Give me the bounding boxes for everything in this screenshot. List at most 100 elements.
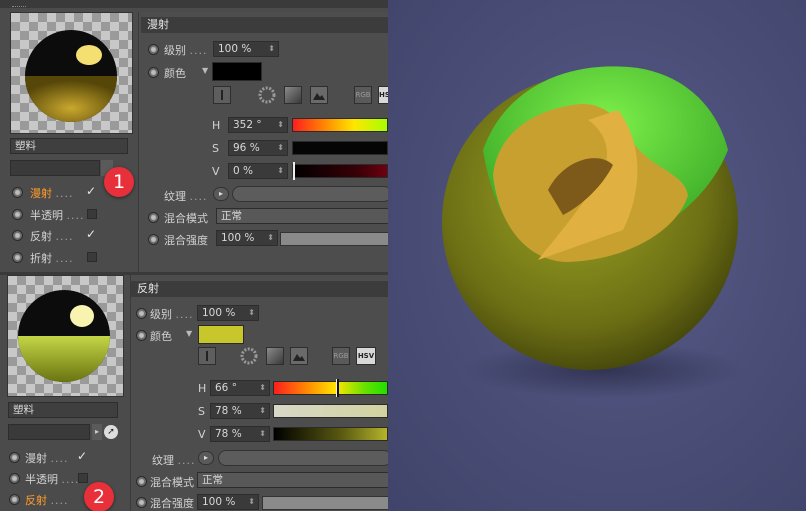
level-input[interactable]: 100 % ⬍	[197, 305, 259, 321]
h-slider-handle[interactable]	[336, 379, 339, 397]
blend-mode-radio[interactable]	[136, 476, 147, 487]
v-input[interactable]: 78 % ⬍	[210, 426, 270, 442]
diffuse-header: 漫射	[141, 17, 388, 33]
channel-check-diffuse[interactable]: ✓	[77, 450, 87, 462]
level-radio[interactable]	[148, 44, 159, 55]
channel-check-translucency[interactable]	[78, 473, 88, 483]
reflection-header: 反射	[131, 281, 388, 297]
title-strip	[0, 0, 388, 8]
image-picker-icon[interactable]	[310, 86, 328, 104]
blend-strength-label: 混合强度	[150, 497, 194, 510]
color-radio[interactable]	[136, 330, 147, 341]
gradient-icon[interactable]	[266, 347, 284, 365]
spectrum-icon[interactable]	[213, 86, 231, 104]
spectrum-icon[interactable]	[198, 347, 216, 365]
color-label: 颜色	[164, 67, 186, 80]
search-button[interactable]: ▸	[92, 424, 102, 440]
blend-mode-label: 混合模式	[150, 476, 194, 489]
level-input[interactable]: 100 % ⬍	[213, 41, 279, 57]
channel-label-translucency[interactable]: 半透明 ....	[25, 471, 80, 487]
h-slider[interactable]	[292, 118, 388, 132]
texture-menu-button[interactable]: ▸	[198, 451, 214, 465]
level-radio[interactable]	[136, 308, 147, 319]
rendered-gold-sphere	[442, 66, 743, 398]
v-input[interactable]: 0 % ⬍	[228, 163, 288, 179]
v-label: V	[198, 428, 206, 441]
channel-radio-translucency[interactable]	[9, 473, 20, 484]
texture-slot[interactable]	[232, 186, 388, 202]
hsv-button[interactable]: HSV	[356, 347, 376, 365]
blend-mode-select[interactable]: 正常	[216, 208, 388, 224]
blend-mode-label: 混合模式	[164, 212, 208, 225]
material-search-field[interactable]	[10, 160, 100, 176]
channel-check-refraction[interactable]	[87, 252, 97, 262]
preview-sphere	[25, 30, 117, 122]
channel-radio-diffuse[interactable]	[9, 452, 20, 463]
v-label: V	[212, 165, 220, 178]
texture-menu-button[interactable]: ▸	[213, 187, 229, 201]
blend-strength-slider[interactable]	[280, 232, 388, 246]
channel-radio-refraction[interactable]	[12, 252, 23, 263]
rgb-button[interactable]: RGB	[332, 347, 350, 365]
top-material-panel: 塑料 漫射 .... ✓ 半透明 .... 反射 .... ✓ 折射 .... …	[0, 0, 388, 272]
level-label: 级别 ....	[150, 308, 194, 321]
h-input[interactable]: 66 ° ⬍	[210, 380, 270, 396]
channel-radio-diffuse[interactable]	[12, 187, 23, 198]
channel-label-translucency[interactable]: 半透明 ....	[30, 207, 85, 223]
blend-strength-radio[interactable]	[136, 497, 147, 508]
bottom-material-panel: 塑料 ▸ ➚ 漫射 .... ✓ 半透明 .... 反射 .... 反射 级别 …	[0, 275, 388, 511]
pointer-icon[interactable]: ➚	[104, 425, 118, 439]
channel-label-refraction[interactable]: 折射 ....	[30, 250, 74, 266]
gradient-icon[interactable]	[284, 86, 302, 104]
blend-strength-slider[interactable]	[262, 496, 388, 510]
texture-label: 纹理 ....	[152, 454, 196, 467]
blend-mode-radio[interactable]	[148, 212, 159, 223]
color-expand-arrow[interactable]: ▼	[186, 329, 192, 338]
channel-radio-reflection[interactable]	[9, 494, 20, 505]
texture-slot[interactable]	[218, 450, 388, 466]
v-slider[interactable]	[273, 427, 388, 441]
h-input[interactable]: 352 ° ⬍	[228, 117, 288, 133]
level-label: 级别 ....	[164, 44, 208, 57]
channel-check-reflection[interactable]: ✓	[86, 228, 96, 240]
s-input[interactable]: 96 % ⬍	[228, 140, 288, 156]
blend-strength-input[interactable]: 100 % ⬍	[216, 230, 278, 246]
color-expand-arrow[interactable]: ▼	[202, 66, 208, 75]
channel-label-diffuse[interactable]: 漫射 ....	[30, 185, 74, 201]
channel-label-reflection[interactable]: 反射 ....	[25, 492, 69, 508]
channel-check-diffuse[interactable]: ✓	[86, 185, 96, 197]
rgb-button[interactable]: RGB	[354, 86, 372, 104]
color-swatch[interactable]	[198, 325, 244, 344]
v-slider-handle[interactable]	[293, 162, 295, 180]
color-wheel-icon[interactable]	[258, 86, 276, 104]
material-preview	[10, 12, 133, 134]
render-view	[388, 0, 806, 511]
s-slider[interactable]	[273, 404, 388, 418]
channel-label-diffuse[interactable]: 漫射 ....	[25, 450, 69, 466]
color-swatch[interactable]	[212, 62, 262, 81]
color-label: 颜色	[150, 330, 172, 343]
channel-radio-translucency[interactable]	[12, 209, 23, 220]
s-input[interactable]: 78 % ⬍	[210, 403, 270, 419]
hsv-button[interactable]: HSV	[378, 86, 388, 104]
channel-label-reflection[interactable]: 反射 ....	[30, 228, 74, 244]
image-picker-icon[interactable]	[290, 347, 308, 365]
blend-strength-radio[interactable]	[148, 234, 159, 245]
material-search-field[interactable]	[8, 424, 90, 440]
blend-mode-select[interactable]: 正常	[197, 472, 388, 488]
v-slider[interactable]	[292, 164, 388, 178]
h-label: H	[212, 119, 221, 132]
channel-radio-reflection[interactable]	[12, 230, 23, 241]
h-label: H	[198, 382, 207, 395]
channel-check-translucency[interactable]	[87, 209, 97, 219]
material-name-field[interactable]: 塑料	[8, 402, 118, 418]
color-wheel-icon[interactable]	[240, 347, 258, 365]
material-preview	[7, 275, 124, 397]
blend-strength-input[interactable]: 100 % ⬍	[197, 494, 259, 510]
preview-sphere	[18, 290, 110, 382]
grip-icon[interactable]	[12, 0, 26, 7]
color-radio[interactable]	[148, 67, 159, 78]
s-slider[interactable]	[292, 141, 388, 155]
material-name-field[interactable]: 塑料	[10, 138, 128, 154]
h-slider[interactable]	[273, 381, 388, 395]
